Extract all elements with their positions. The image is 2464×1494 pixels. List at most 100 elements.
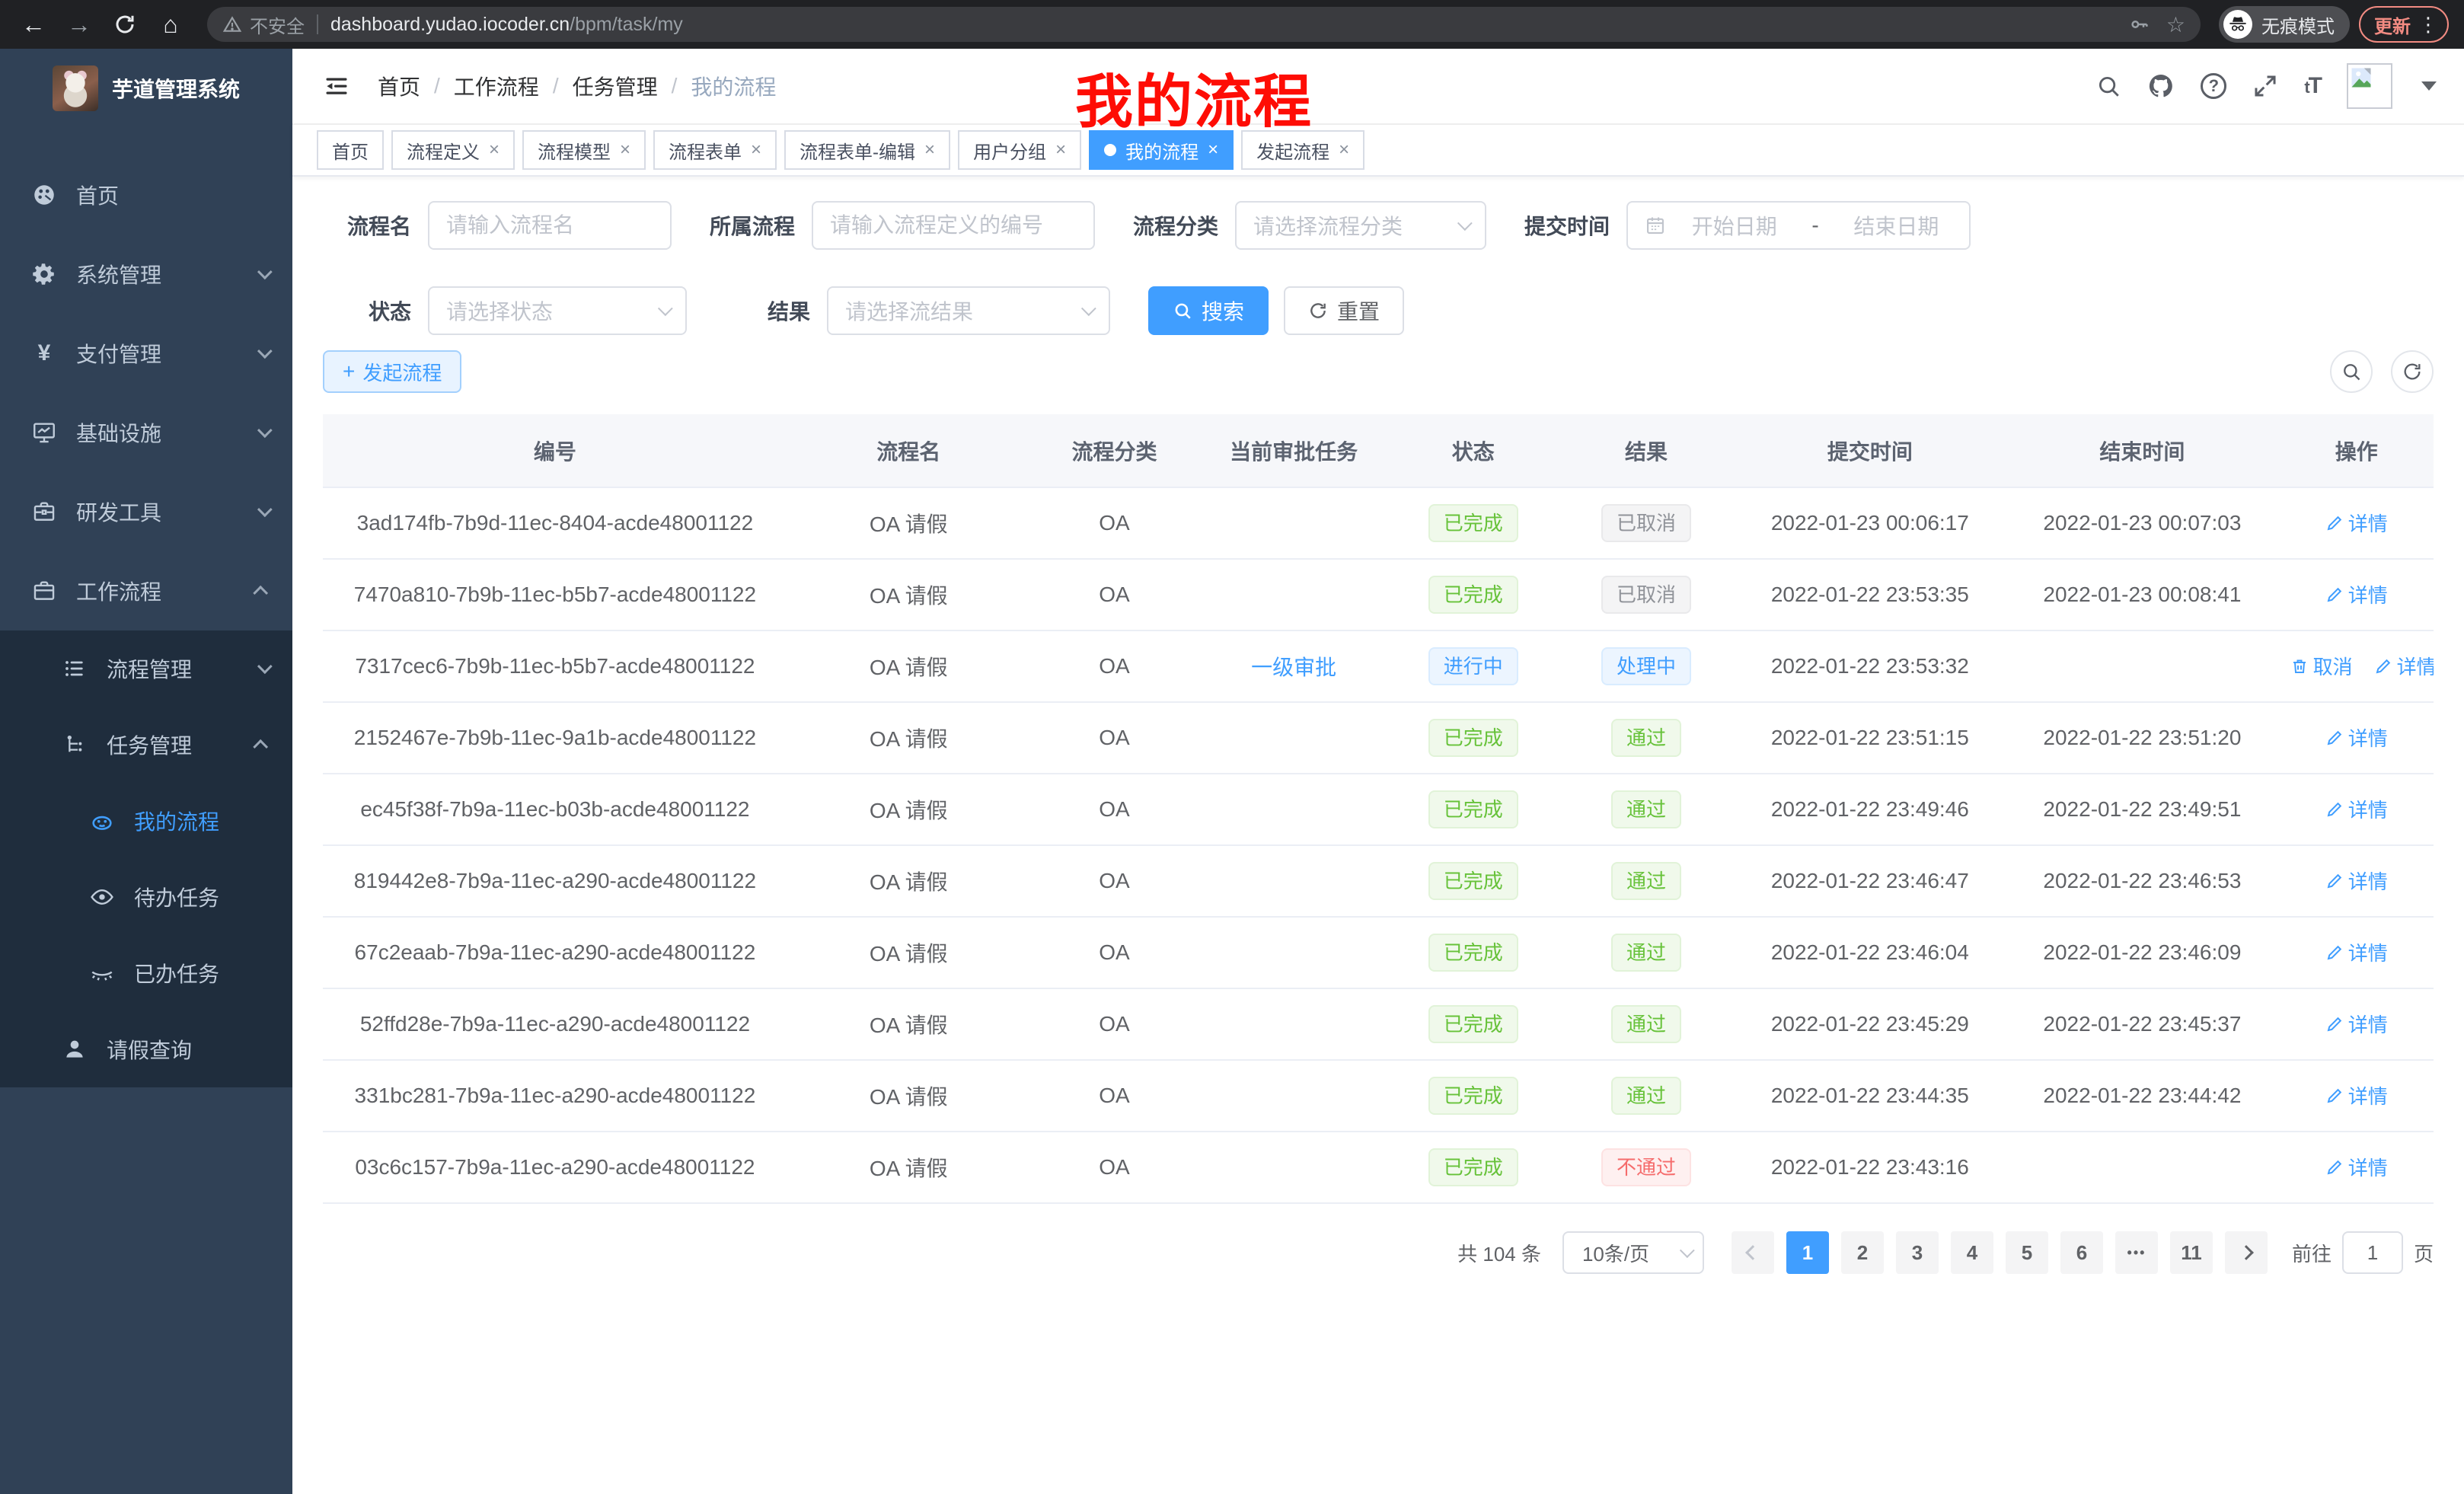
sidebar-item-leave-query[interactable]: 请假查询 xyxy=(0,1011,292,1087)
sidebar-item-todo-tasks[interactable]: 待办任务 xyxy=(0,859,292,935)
category-select[interactable]: 请选择流程分类 xyxy=(1235,201,1486,250)
status-badge: 已完成 xyxy=(1428,934,1518,972)
avatar[interactable] xyxy=(2347,63,2392,109)
tag-tab-process-form-edit[interactable]: 流程表单-编辑× xyxy=(784,130,950,170)
eye-closed-icon xyxy=(88,959,116,987)
close-icon[interactable]: × xyxy=(1339,141,1349,159)
submit-time-range-picker[interactable]: 开始日期 - 结束日期 xyxy=(1626,201,1971,250)
app-logo[interactable]: 芋道管理系统 xyxy=(0,49,292,128)
calendar-icon xyxy=(1645,215,1666,236)
tag-tab-process-definition[interactable]: 流程定义× xyxy=(391,130,515,170)
status-badge: 已完成 xyxy=(1428,504,1518,542)
close-icon[interactable]: × xyxy=(751,141,761,159)
page-button-2[interactable]: 2 xyxy=(1841,1231,1884,1274)
back-icon[interactable]: ← xyxy=(15,6,52,43)
update-label[interactable]: 更新 xyxy=(2374,11,2411,38)
help-icon[interactable]: ? xyxy=(2201,73,2226,99)
chevron-down-icon xyxy=(1680,1243,1695,1258)
github-icon[interactable] xyxy=(2147,72,2175,100)
start-process-button[interactable]: + 发起流程 xyxy=(323,350,461,393)
next-page-button[interactable] xyxy=(2225,1231,2268,1274)
search-button[interactable]: 搜索 xyxy=(1148,286,1269,335)
breadcrumb-workflow[interactable]: 工作流程 xyxy=(454,71,539,101)
toggle-search-button[interactable] xyxy=(2330,350,2373,393)
url-path[interactable]: /bpm/task/my xyxy=(570,14,683,36)
detail-button[interactable]: 详情 xyxy=(2325,938,2388,966)
page-button-3[interactable]: 3 xyxy=(1896,1231,1939,1274)
url-host[interactable]: dashboard.yudao.iocoder.cn xyxy=(330,14,570,36)
process-def-input[interactable] xyxy=(830,213,1077,238)
page-button-5[interactable]: 5 xyxy=(2006,1231,2048,1274)
close-icon[interactable]: × xyxy=(1055,141,1066,159)
search-icon[interactable] xyxy=(2095,73,2121,99)
detail-button[interactable]: 详情 xyxy=(2325,1153,2388,1181)
more-pages-button[interactable]: ••• xyxy=(2115,1231,2158,1274)
end-date-placeholder: 结束日期 xyxy=(1840,210,1952,241)
close-icon[interactable]: × xyxy=(1208,141,1218,159)
sidebar-item-workflow[interactable]: 工作流程 xyxy=(0,551,292,630)
page-button-4[interactable]: 4 xyxy=(1951,1231,1993,1274)
tag-tab-process-form[interactable]: 流程表单× xyxy=(653,130,777,170)
table-row: 3ad174fb-7b9d-11ec-8404-acde48001122 OA … xyxy=(323,487,2434,559)
page-button-6[interactable]: 6 xyxy=(2060,1231,2103,1274)
prev-page-button[interactable] xyxy=(1732,1231,1774,1274)
tag-tab-user-group[interactable]: 用户分组× xyxy=(958,130,1081,170)
browser-menu-icon[interactable]: ⋮ xyxy=(2418,13,2438,37)
security-label[interactable]: 不安全 xyxy=(250,11,305,38)
breadcrumb-home[interactable]: 首页 xyxy=(378,71,420,101)
tag-tab-home[interactable]: 首页 xyxy=(317,130,384,170)
process-table: 编号 流程名 流程分类 当前审批任务 状态 结果 提交时间 结束时间 操作 3a… xyxy=(323,414,2434,1204)
detail-button[interactable]: 详情 xyxy=(2325,723,2388,752)
result-select[interactable]: 请选择流结果 xyxy=(827,286,1110,335)
font-size-icon[interactable]: tT xyxy=(2304,73,2321,99)
forward-icon[interactable]: → xyxy=(61,6,97,43)
navbar-actions: ? tT xyxy=(2095,63,2437,109)
sidebar-item-infra[interactable]: 基础设施 xyxy=(0,393,292,472)
reload-icon[interactable] xyxy=(107,6,143,43)
tag-tab-process-model[interactable]: 流程模型× xyxy=(522,130,646,170)
home-icon[interactable]: ⌂ xyxy=(152,6,189,43)
sidebar-item-payment[interactable]: ¥ 支付管理 xyxy=(0,314,292,393)
browser-update-button[interactable]: 更新 ⋮ xyxy=(2359,6,2449,43)
detail-button[interactable]: 详情 xyxy=(2325,1081,2388,1109)
bookmark-star-icon[interactable]: ☆ xyxy=(2166,12,2185,37)
status-select[interactable]: 请选择状态 xyxy=(428,286,687,335)
detail-button[interactable]: 详情 xyxy=(2325,509,2388,537)
process-name-input[interactable] xyxy=(446,213,653,238)
address-bar[interactable]: 不安全 dashboard.yudao.iocoder.cn /bpm/task… xyxy=(207,7,2201,42)
detail-button[interactable]: 详情 xyxy=(2325,795,2388,823)
sidebar-collapse-icon[interactable] xyxy=(323,72,350,100)
close-icon[interactable]: × xyxy=(489,141,500,159)
sidebar-item-process-mgmt[interactable]: 流程管理 xyxy=(0,630,292,707)
process-def-input-wrap xyxy=(812,201,1095,250)
dashboard-icon xyxy=(30,181,58,209)
refresh-button[interactable] xyxy=(2391,350,2434,393)
page-size-select[interactable]: 10条/页 xyxy=(1562,1231,1704,1274)
password-key-icon[interactable] xyxy=(2128,13,2151,36)
detail-button[interactable]: 详情 xyxy=(2325,1010,2388,1038)
sidebar-item-system[interactable]: 系统管理 xyxy=(0,235,292,314)
page-button-11[interactable]: 11 xyxy=(2170,1231,2213,1274)
table-row: 331bc281-7b9a-11ec-a290-acde48001122 OA … xyxy=(323,1060,2434,1132)
sidebar-item-my-process[interactable]: 我的流程 xyxy=(0,783,292,859)
fullscreen-icon[interactable] xyxy=(2252,73,2278,99)
avatar-dropdown-caret-icon[interactable] xyxy=(2421,81,2437,91)
page-button-1[interactable]: 1 xyxy=(1786,1231,1829,1274)
close-icon[interactable]: × xyxy=(924,141,935,159)
detail-button[interactable]: 详情 xyxy=(2325,580,2388,608)
reset-button[interactable]: 重置 xyxy=(1284,286,1404,335)
detail-button[interactable]: 详情 xyxy=(2325,867,2388,895)
sidebar-item-devtools[interactable]: 研发工具 xyxy=(0,472,292,551)
chevron-down-icon xyxy=(257,264,273,279)
close-icon[interactable]: × xyxy=(620,141,630,159)
goto-page-input[interactable] xyxy=(2342,1231,2403,1274)
cancel-button[interactable]: 取消 xyxy=(2290,652,2353,680)
sidebar-item-home[interactable]: 首页 xyxy=(0,155,292,235)
breadcrumb-task-mgmt[interactable]: 任务管理 xyxy=(573,71,658,101)
detail-button[interactable]: 详情 xyxy=(2374,652,2434,680)
sidebar-item-done-tasks[interactable]: 已办任务 xyxy=(0,935,292,1011)
current-task-link[interactable]: 一级审批 xyxy=(1251,656,1336,679)
table-row: 2152467e-7b9b-11ec-9a1b-acde48001122 OA … xyxy=(323,702,2434,774)
pagination: 共 104 条 10条/页 1 2 3 4 5 6 ••• 11 前往 页 xyxy=(323,1231,2434,1274)
sidebar-item-task-mgmt[interactable]: 任务管理 xyxy=(0,707,292,783)
